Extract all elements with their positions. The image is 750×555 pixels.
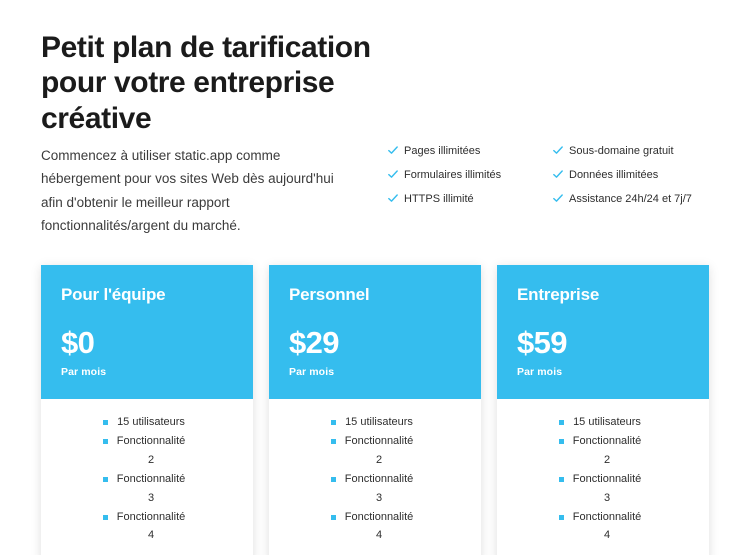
intro-paragraph: Commencez à utiliser static.app comme hé…: [41, 148, 334, 234]
pricing-page: Petit plan de tarification pour votre en…: [0, 0, 750, 555]
pricing-card-header: Pour l'équipe $0 Par mois: [41, 265, 253, 399]
plan-feature-list: 15 utilisateurs Fonctionnalité 2 Fonctio…: [269, 413, 415, 545]
check-icon: [388, 193, 398, 204]
feature-item: Assistance 24h/24 et 7j/7: [553, 193, 718, 206]
plan-price: $0: [61, 325, 95, 360]
plan-price: $59: [517, 325, 568, 360]
pricing-card-header: Personnel $29 Par mois: [269, 265, 481, 399]
list-item: Fonctionnalité 4: [331, 508, 415, 546]
feature-item: Données illimitées: [553, 169, 718, 182]
plan-period: Par mois: [517, 366, 563, 378]
page-title: Petit plan de tarification pour votre en…: [41, 31, 371, 135]
list-item-label: Fonctionnalité 4: [116, 510, 186, 542]
list-item: 15 utilisateurs: [103, 413, 187, 432]
list-item-label: Fonctionnalité 2: [344, 434, 414, 466]
feature-column-1: Pages illimitées Formulaires illimités H…: [388, 145, 553, 207]
list-item-label: Fonctionnalité 3: [344, 472, 414, 504]
square-bullet-icon: [331, 514, 336, 520]
feature-item-label: Sous-domaine gratuit: [569, 145, 674, 157]
list-item-label: Fonctionnalité 2: [572, 434, 642, 466]
list-item-label: Fonctionnalité 3: [572, 472, 642, 504]
feature-item: Sous-domaine gratuit: [553, 145, 718, 158]
pricing-card-body: 15 utilisateurs Fonctionnalité 2 Fonctio…: [41, 399, 253, 555]
feature-item-label: Pages illimitées: [404, 145, 481, 157]
feature-item: HTTPS illimité: [388, 193, 553, 206]
list-item: Fonctionnalité 2: [559, 432, 643, 470]
square-bullet-icon: [331, 476, 336, 482]
list-item-label: 15 utilisateurs: [117, 416, 185, 428]
square-bullet-icon: [103, 420, 108, 425]
plan-period: Par mois: [61, 366, 107, 378]
pricing-card-body: 15 utilisateurs Fonctionnalité 2 Fonctio…: [497, 399, 709, 555]
square-bullet-icon: [103, 514, 108, 520]
list-item: Fonctionnalité 4: [103, 508, 187, 546]
pricing-card-header: Entreprise $59 Par mois: [497, 265, 709, 399]
square-bullet-icon: [331, 420, 336, 425]
plan-feature-list: 15 utilisateurs Fonctionnalité 2 Fonctio…: [41, 413, 187, 545]
square-bullet-icon: [331, 438, 336, 444]
check-icon: [553, 193, 563, 204]
list-item: Fonctionnalité 3: [103, 470, 187, 508]
plan-name: Pour l'équipe: [61, 285, 166, 304]
check-icon: [553, 169, 563, 180]
square-bullet-icon: [559, 438, 564, 444]
check-icon: [388, 169, 398, 180]
pricing-card[interactable]: Entreprise $59 Par mois 15 utilisateurs …: [497, 265, 709, 555]
plan-name: Entreprise: [517, 285, 600, 304]
list-item-label: 15 utilisateurs: [573, 416, 641, 428]
plan-feature-list: 15 utilisateurs Fonctionnalité 2 Fonctio…: [497, 413, 643, 545]
feature-checklist: Pages illimitées Formulaires illimités H…: [388, 145, 718, 207]
square-bullet-icon: [559, 420, 564, 425]
list-item: Fonctionnalité 2: [103, 432, 187, 470]
pricing-card[interactable]: Pour l'équipe $0 Par mois 15 utilisateur…: [41, 265, 253, 555]
list-item: Fonctionnalité 4: [559, 508, 643, 546]
pricing-card[interactable]: Personnel $29 Par mois 15 utilisateurs F…: [269, 265, 481, 555]
feature-item-label: HTTPS illimité: [404, 193, 474, 206]
plan-price: $29: [289, 325, 340, 360]
square-bullet-icon: [103, 438, 108, 444]
list-item-label: Fonctionnalité 4: [344, 510, 414, 542]
check-icon: [553, 145, 563, 156]
plan-period: Par mois: [289, 366, 335, 378]
pricing-card-list: Pour l'équipe $0 Par mois 15 utilisateur…: [41, 265, 709, 555]
square-bullet-icon: [559, 514, 564, 520]
list-item: Fonctionnalité 3: [559, 470, 643, 508]
square-bullet-icon: [103, 476, 108, 482]
list-item-label: Fonctionnalité 2: [116, 434, 186, 466]
feature-item: Pages illimitées: [388, 145, 553, 158]
list-item: 15 utilisateurs: [559, 413, 643, 432]
feature-column-2: Sous-domaine gratuit Données illimitées …: [553, 145, 718, 207]
list-item: Fonctionnalité 3: [331, 470, 415, 508]
list-item: 15 utilisateurs: [331, 413, 415, 432]
pricing-card-body: 15 utilisateurs Fonctionnalité 2 Fonctio…: [269, 399, 481, 555]
list-item-label: Fonctionnalité 3: [116, 472, 186, 504]
check-icon: [388, 145, 398, 156]
feature-item: Formulaires illimités: [388, 169, 553, 182]
feature-item-label: Assistance 24h/24 et 7j/7: [569, 193, 692, 206]
list-item: Fonctionnalité 2: [331, 432, 415, 470]
plan-name: Personnel: [289, 285, 370, 304]
list-item-label: 15 utilisateurs: [345, 416, 413, 428]
square-bullet-icon: [559, 476, 564, 482]
feature-item-label: Données illimitées: [569, 169, 659, 182]
feature-item-label: Formulaires illimités: [404, 169, 502, 182]
list-item-label: Fonctionnalité 4: [572, 510, 642, 542]
